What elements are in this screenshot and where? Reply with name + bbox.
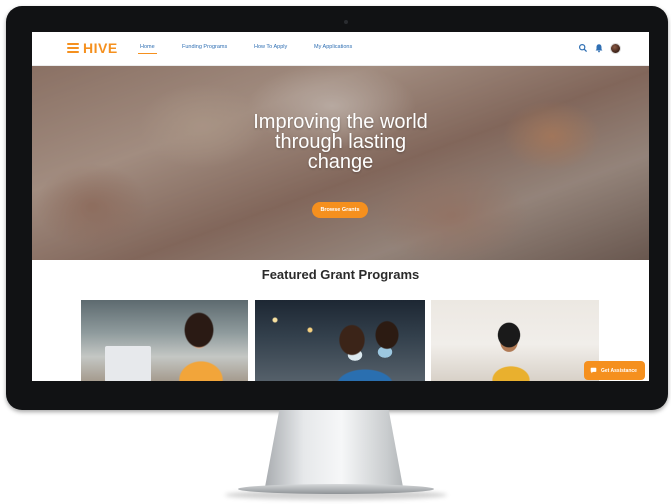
bell-icon[interactable] <box>594 43 604 53</box>
chat-icon <box>590 367 597 374</box>
grant-card-image[interactable] <box>431 300 599 381</box>
laptop-shape <box>105 346 151 381</box>
featured-title: Featured Grant Programs <box>261 267 420 282</box>
hero-title-line-3: change <box>307 151 374 173</box>
logo-text: HIVE <box>83 40 118 56</box>
get-assistance-button[interactable]: Get Assistance <box>584 361 645 380</box>
hive-logo[interactable]: HIVE <box>66 40 118 56</box>
top-nav: HIVE Home Funding Programs How To Apply … <box>32 32 649 66</box>
nav-funding-programs[interactable]: Funding Programs <box>182 44 227 50</box>
webcam <box>344 20 348 24</box>
get-assistance-label: Get Assistance <box>601 367 637 374</box>
browse-grants-button[interactable]: Browse Grants <box>312 202 368 218</box>
search-icon[interactable] <box>578 43 588 53</box>
hero-banner: Improving the world through lasting chan… <box>32 66 649 260</box>
grant-card-image[interactable] <box>255 300 425 381</box>
hero-title: Improving the world through lasting chan… <box>32 112 649 172</box>
nav-my-applications[interactable]: My Applications <box>314 44 352 50</box>
avatar[interactable] <box>610 43 621 54</box>
screen: HIVE Home Funding Programs How To Apply … <box>32 32 649 381</box>
monitor-stand <box>264 410 404 492</box>
monitor-foot <box>238 484 434 494</box>
hero-title-line-2: through lasting <box>274 131 407 153</box>
nav-home[interactable]: Home <box>138 44 157 54</box>
hive-logo-icon <box>66 41 80 55</box>
nav-how-to-apply[interactable]: How To Apply <box>254 44 287 50</box>
hero-title-line-1: Improving the world <box>253 111 428 133</box>
grant-card-image[interactable] <box>81 300 248 381</box>
